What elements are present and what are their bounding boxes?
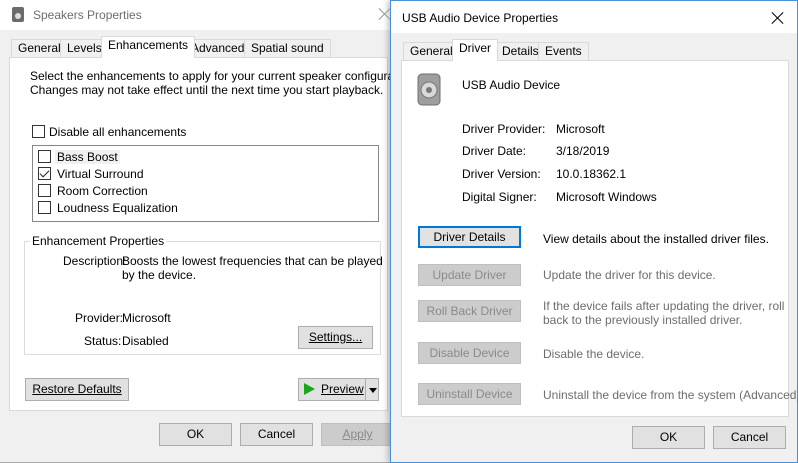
virtual-surround-checkbox[interactable] [38,167,51,180]
digital-signer-label: Digital Signer: [462,190,537,204]
status-value: Disabled [122,334,169,348]
play-icon [304,383,315,395]
roll-back-description-line-2: back to the previously installed driver. [543,313,743,327]
preview-button[interactable]: Preview [298,378,366,401]
room-correction-label: Room Correction [57,184,148,198]
usb-ok-button[interactable]: OK [632,426,705,449]
roll-back-description-line-1: If the device fails after updating the d… [543,299,785,313]
usb-audio-properties-window: USB Audio Device Properties General Driv… [390,0,798,463]
disable-all-checkbox[interactable]: Disable all enhancements [32,124,232,140]
list-item-virtual-surround[interactable]: Virtual Surround [37,166,237,182]
disable-all-label: Disable all enhancements [49,125,187,139]
list-item-loudness-equalization[interactable]: Loudness Equalization [37,200,237,216]
driver-date-label: Driver Date: [462,144,527,158]
usb-title-bar[interactable]: USB Audio Device Properties [391,1,797,33]
settings-button[interactable]: Settings... [298,326,373,349]
speaker-device-icon [417,73,441,106]
tab-driver[interactable]: Driver [452,39,498,61]
driver-version-value: 10.0.18362.1 [556,167,627,181]
tab-spatial-sound[interactable]: Spatial sound [244,39,331,58]
disable-all-checkbox-box[interactable] [32,125,45,138]
virtual-surround-label: Virtual Surround [57,167,144,181]
digital-signer-value: Microsoft Windows [556,190,657,204]
apply-label: Apply [342,427,373,441]
speakers-properties-window: Speakers Properties General Levels Enhan… [0,0,417,463]
preview-label: Preview [321,382,364,396]
speakers-title-bar[interactable]: Speakers Properties [0,0,397,30]
driver-version-label: Driver Version: [462,167,541,181]
roll-back-driver-button[interactable]: Roll Back Driver [418,300,521,322]
provider-value: Microsoft [122,311,171,325]
loudness-equalization-label: Loudness Equalization [57,201,178,215]
speaker-app-icon [12,7,24,22]
close-icon[interactable] [770,10,786,26]
driver-details-description: View details about the installed driver … [543,232,769,246]
uninstall-device-button[interactable]: Uninstall Device [418,383,521,405]
usb-window-title: USB Audio Device Properties [402,11,559,25]
room-correction-checkbox[interactable] [38,184,51,197]
description-line-2: by the device. [122,268,197,282]
restore-defaults-label: Restore Defaults [32,382,122,396]
description-label: Description: [63,254,127,268]
disable-device-button[interactable]: Disable Device [418,342,521,364]
restore-defaults-button[interactable]: Restore Defaults [25,378,129,401]
driver-provider-value: Microsoft [556,122,605,136]
speakers-close-icon[interactable] [377,6,393,22]
chevron-down-icon [369,388,377,393]
settings-button-label: Settings... [308,330,363,344]
tab-enhancements[interactable]: Enhancements [101,36,196,58]
instructions-line-1: Select the enhancements to apply for you… [30,69,417,83]
device-name: USB Audio Device [462,78,561,92]
status-label: Status: [84,334,122,348]
enhancements-panel: Select the enhancements to apply for you… [9,57,417,411]
update-driver-button[interactable]: Update Driver [418,264,521,286]
driver-panel: USB Audio Device Driver Provider: Micros… [401,60,798,417]
speakers-cancel-button[interactable]: Cancel [240,423,313,446]
list-item-bass-boost[interactable]: Bass Boost [37,149,137,165]
list-item-room-correction[interactable]: Room Correction [37,183,237,199]
provider-label: Provider: [75,311,124,325]
driver-details-button[interactable]: Driver Details [418,226,521,248]
tab-events[interactable]: Events [538,42,589,61]
driver-provider-label: Driver Provider: [462,122,546,136]
driver-date-value: 3/18/2019 [556,144,610,158]
enhancement-properties-group-label: Enhancement Properties [30,234,167,248]
enhancements-list[interactable]: Bass Boost Virtual Surround Room Correct… [32,145,379,222]
speakers-apply-button[interactable]: Apply [321,423,394,446]
bass-boost-checkbox[interactable] [38,150,51,163]
update-driver-description: Update the driver for this device. [543,268,716,282]
loudness-equalization-checkbox[interactable] [38,201,51,214]
speakers-window-title: Speakers Properties [33,8,142,22]
speakers-ok-button[interactable]: OK [159,423,232,446]
description-line-1: Boosts the lowest frequencies that can b… [122,254,383,268]
preview-dropdown-button[interactable] [365,378,379,401]
instructions-line-2: Changes may not take effect until the ne… [30,83,384,97]
disable-device-description: Disable the device. [543,347,645,361]
bass-boost-label: Bass Boost [55,150,120,164]
usb-cancel-button[interactable]: Cancel [713,426,786,449]
uninstall-device-description: Uninstall the device from the system (Ad… [543,388,798,402]
